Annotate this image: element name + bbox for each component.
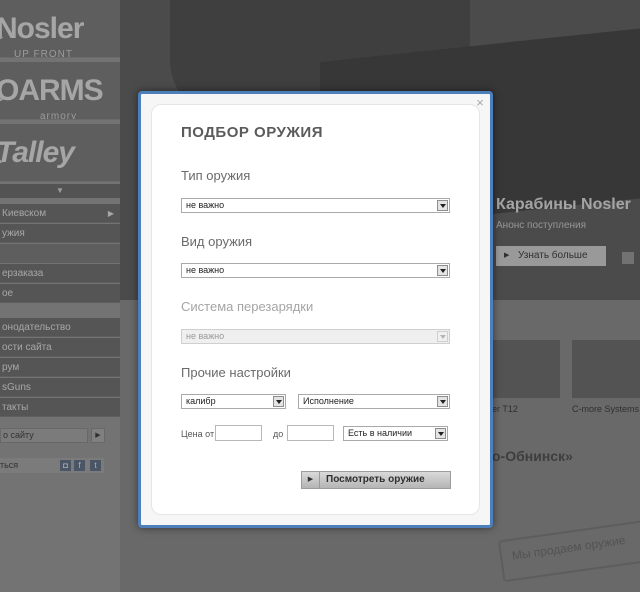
version-select[interactable]: Исполнение — [298, 394, 450, 409]
reload-system-label: Система перезарядки — [181, 299, 314, 314]
other-settings-label: Прочие настройки — [181, 365, 291, 380]
caliber-select[interactable]: калибр — [181, 394, 286, 409]
weapon-type-select[interactable]: не важно — [181, 198, 450, 213]
chevron-down-icon — [437, 331, 448, 342]
price-from-label: Цена от — [181, 429, 215, 439]
chevron-down-icon — [437, 265, 448, 276]
modal-title: ПОДБОР ОРУЖИЯ — [181, 124, 323, 141]
chevron-down-icon — [435, 428, 446, 439]
close-icon[interactable]: × — [473, 96, 487, 110]
chevron-down-icon — [437, 396, 448, 407]
weapon-type-label: Тип оружия — [181, 168, 251, 183]
weapon-kind-label: Вид оружия — [181, 234, 253, 249]
chevron-down-icon — [437, 200, 448, 211]
reload-system-select: не важно — [181, 329, 450, 344]
availability-select[interactable]: Есть в наличии — [343, 426, 448, 441]
weapon-kind-select[interactable]: не важно — [181, 263, 450, 278]
chevron-right-icon: ▶ — [302, 472, 320, 488]
price-to-label: до — [273, 429, 284, 439]
view-weapons-button[interactable]: ▶ Посмотреть оружие — [301, 471, 451, 489]
price-from-input[interactable] — [215, 425, 262, 441]
price-to-input[interactable] — [287, 425, 334, 441]
chevron-down-icon — [273, 396, 284, 407]
